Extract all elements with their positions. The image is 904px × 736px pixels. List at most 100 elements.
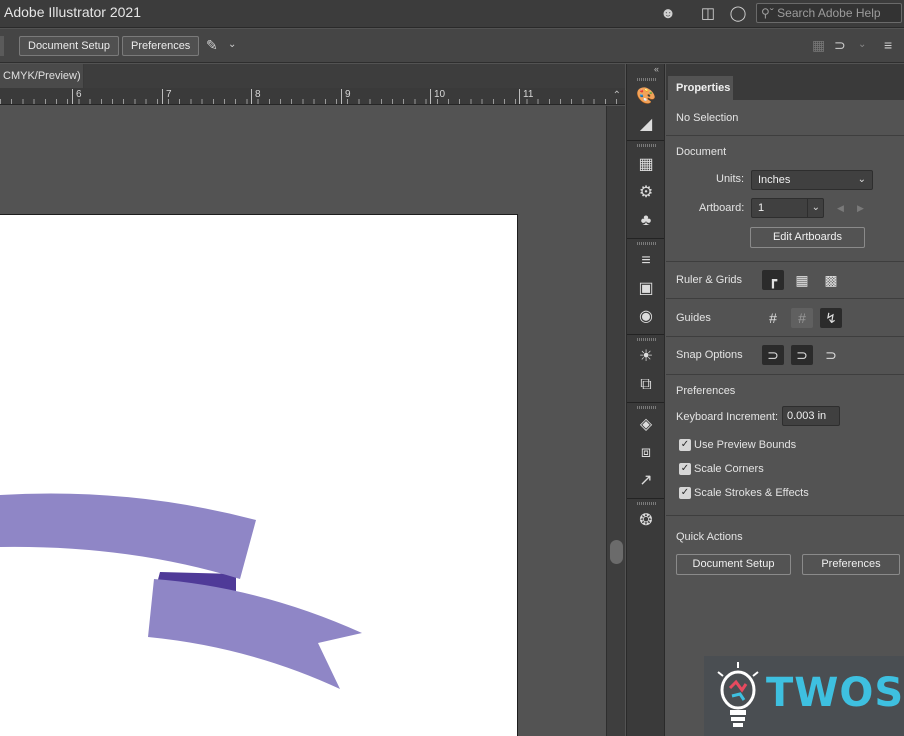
lightbulb-logo-icon bbox=[717, 662, 759, 727]
scrollbar-thumb[interactable] bbox=[610, 540, 623, 564]
properties-tab-bar: Properties bbox=[666, 64, 904, 100]
collapse-icon[interactable]: « bbox=[627, 64, 664, 76]
export-icon[interactable]: ↗ bbox=[635, 470, 657, 492]
artboard-select[interactable]: 1 ⌄ bbox=[751, 198, 824, 218]
panel-icon-strip: « 🎨 ◢ ▦ ⚙ ♣ ≡ ▣ ◉ ☀ ⧉ ◈ ⧈ ↗ ❂ bbox=[626, 64, 665, 736]
units-value: Inches bbox=[758, 174, 791, 186]
gradient-icon[interactable]: ▣ bbox=[635, 278, 657, 300]
checkbox-label: Scale Strokes & Effects bbox=[694, 487, 809, 499]
select-similar-icon[interactable]: ✎ bbox=[206, 35, 218, 55]
chevron-up-icon[interactable]: ⌃ bbox=[613, 90, 621, 101]
strip-grip bbox=[637, 242, 657, 245]
preferences-heading: Preferences bbox=[676, 385, 736, 397]
align-icon[interactable]: ▦ bbox=[812, 35, 825, 55]
selection-status: No Selection bbox=[676, 112, 739, 124]
edit-artboards-button[interactable]: Edit Artboards bbox=[750, 227, 865, 248]
document-heading: Document bbox=[676, 146, 727, 158]
checkbox-label: Scale Corners bbox=[694, 463, 764, 475]
app-window: Adobe Illustrator 2021 ☻ ◫ ◯ ⚲ˇ Search A… bbox=[0, 0, 904, 736]
section-divider bbox=[666, 374, 904, 375]
scale-strokes-effects-checkbox[interactable]: ✓ bbox=[679, 487, 691, 499]
section-divider bbox=[666, 515, 904, 516]
graphic-styles-icon[interactable]: ⧉ bbox=[635, 374, 657, 396]
canvas[interactable] bbox=[0, 106, 606, 736]
use-preview-bounds-checkbox[interactable]: ✓ bbox=[679, 439, 691, 451]
quick-document-setup-button[interactable]: Document Setup bbox=[676, 554, 791, 575]
document-tab-strip bbox=[84, 64, 625, 88]
section-divider bbox=[666, 135, 904, 136]
ruler-grids-label: Ruler & Grids bbox=[676, 274, 743, 286]
next-artboard-icon[interactable]: ▶ bbox=[857, 203, 864, 214]
quick-preferences-button[interactable]: Preferences bbox=[802, 554, 900, 575]
search-input[interactable]: ⚲ˇ Search Adobe Help bbox=[756, 3, 902, 23]
transparency-icon[interactable]: ◉ bbox=[635, 306, 657, 328]
show-grid-icon[interactable]: ▦ bbox=[791, 270, 813, 290]
strip-divider bbox=[627, 402, 664, 403]
show-guides-icon[interactable]: # bbox=[762, 308, 784, 328]
chevron-down-icon: ⌄ bbox=[857, 174, 866, 185]
ruler-label: 10 bbox=[430, 89, 445, 104]
ribbon-artwork[interactable] bbox=[0, 215, 518, 736]
user-icon[interactable]: ☻ bbox=[658, 4, 678, 24]
control-bar: Document Setup Preferences ✎ ⌄ ▦ ⊃ ⌄ ≡ bbox=[0, 29, 904, 63]
tab-properties[interactable]: Properties bbox=[668, 76, 733, 100]
ruler-label: 7 bbox=[162, 89, 172, 104]
vertical-scrollbar[interactable] bbox=[606, 106, 625, 736]
stroke-icon[interactable]: ≡ bbox=[635, 250, 657, 272]
list-menu-icon[interactable]: ≡ bbox=[884, 35, 892, 55]
keyboard-increment-input[interactable]: 0.003 in bbox=[782, 406, 840, 426]
libraries-icon[interactable]: ❂ bbox=[635, 510, 657, 532]
document-tab[interactable]: CMYK/Preview) bbox=[0, 64, 84, 88]
properties-panel: Properties bbox=[666, 64, 904, 736]
scale-corners-checkbox[interactable]: ✓ bbox=[679, 463, 691, 475]
strip-grip bbox=[637, 406, 657, 409]
color-guide-icon[interactable]: ◢ bbox=[635, 114, 657, 136]
section-divider bbox=[666, 261, 904, 262]
ribbon-left-band bbox=[0, 493, 256, 579]
previous-artboard-icon[interactable]: ◀ bbox=[837, 203, 844, 214]
search-placeholder: Search Adobe Help bbox=[777, 6, 881, 20]
chevron-down-icon[interactable]: ⌄ bbox=[228, 35, 236, 55]
lock-guides-icon[interactable]: # bbox=[791, 308, 813, 328]
twos-watermark: TWOS bbox=[704, 656, 904, 736]
artboard[interactable] bbox=[0, 214, 518, 736]
brushes-icon[interactable]: ⚙ bbox=[635, 182, 657, 204]
app-title: Adobe Illustrator 2021 bbox=[4, 4, 141, 20]
snap-to-glyph-icon[interactable]: ⊃ bbox=[820, 345, 842, 365]
show-rulers-icon[interactable]: ┏ bbox=[762, 270, 784, 290]
ruler-label: 11 bbox=[519, 89, 533, 104]
units-label: Units: bbox=[716, 173, 745, 185]
chevron-down-icon[interactable]: ⌄ bbox=[858, 35, 866, 55]
strip-divider bbox=[627, 238, 664, 239]
ribbon-right-band bbox=[148, 579, 362, 689]
keyboard-increment-label: Keyboard Increment: bbox=[676, 411, 779, 423]
symbols-icon[interactable]: ♣ bbox=[635, 210, 657, 232]
search-icon: ⚲ˇ bbox=[761, 6, 774, 20]
control-bar-grip bbox=[0, 36, 4, 56]
artboards-icon[interactable]: ⧈ bbox=[635, 442, 657, 464]
watermark-text: TWOS bbox=[766, 670, 904, 716]
strip-divider bbox=[627, 334, 664, 335]
section-divider bbox=[666, 336, 904, 337]
strip-divider bbox=[627, 140, 664, 141]
layers-icon[interactable]: ◈ bbox=[635, 414, 657, 436]
snap-to-point-icon[interactable]: ⊃ bbox=[762, 345, 784, 365]
swatches-icon[interactable]: ▦ bbox=[635, 154, 657, 176]
ruler-label: 8 bbox=[251, 89, 261, 104]
appearance-icon[interactable]: ☀ bbox=[635, 346, 657, 368]
horizontal-ruler[interactable]: 6 7 8 9 10 11 ⌃ bbox=[0, 88, 625, 105]
units-select[interactable]: Inches ⌄ bbox=[751, 170, 873, 190]
preferences-button[interactable]: Preferences bbox=[122, 36, 200, 56]
transparency-grid-icon[interactable]: ▩ bbox=[820, 270, 842, 290]
section-divider bbox=[666, 298, 904, 299]
document-setup-button[interactable]: Document Setup bbox=[19, 36, 119, 56]
title-bar: Adobe Illustrator 2021 ☻ ◫ ◯ ⚲ˇ Search A… bbox=[0, 0, 904, 28]
panel-layout-icon[interactable]: ◫ bbox=[698, 4, 718, 24]
ruler-label: 9 bbox=[341, 89, 351, 104]
lightbulb-icon[interactable]: ◯ bbox=[728, 4, 748, 24]
smart-guides-icon[interactable]: ↯ bbox=[820, 308, 842, 328]
guides-label: Guides bbox=[676, 312, 711, 324]
color-palette-icon[interactable]: 🎨 bbox=[635, 86, 657, 108]
snap-to-pixel-icon[interactable]: ⊃ bbox=[791, 345, 813, 365]
snap-icon[interactable]: ⊃ bbox=[834, 35, 846, 55]
